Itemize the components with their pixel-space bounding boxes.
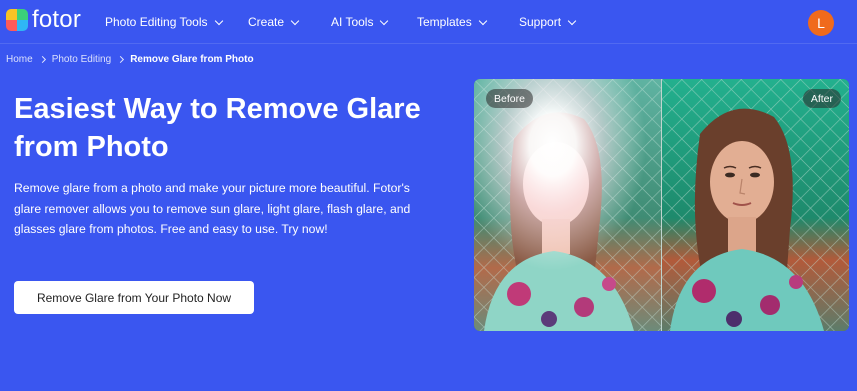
top-nav-bar: fotor Photo Editing Tools Create AI Tool…: [0, 0, 857, 44]
before-photo: [474, 79, 661, 331]
nav-label: Create: [248, 15, 285, 29]
nav-templates[interactable]: Templates: [417, 0, 487, 44]
breadcrumb-current: Remove Glare from Photo: [130, 54, 254, 65]
hero-description: Remove glare from a photo and make your …: [14, 181, 411, 236]
nav-photo-editing-tools[interactable]: Photo Editing Tools: [105, 0, 223, 44]
chevron-right-icon: [117, 55, 125, 64]
before-label: Before: [486, 89, 533, 108]
chevron-down-icon: [478, 16, 487, 25]
page-title: Easiest Way to Remove Glare from Photo: [14, 93, 421, 163]
nav-label: Photo Editing Tools: [105, 15, 208, 29]
nav-support[interactable]: Support: [519, 0, 577, 44]
chevron-down-icon: [567, 16, 577, 25]
chevron-down-icon: [380, 16, 389, 25]
fotor-logo[interactable]: fotor: [6, 6, 82, 33]
chevron-down-icon: [290, 16, 300, 25]
remove-glare-cta-button[interactable]: Remove Glare from Your Photo Now: [14, 281, 254, 314]
after-label: After: [802, 89, 841, 108]
nav-label: AI Tools: [331, 15, 374, 29]
breadcrumb-photo-editing[interactable]: Photo Editing: [52, 54, 112, 65]
brand-name: fotor: [32, 6, 82, 33]
chevron-down-icon: [214, 16, 223, 25]
breadcrumb: Home Photo Editing Remove Glare from Pho…: [6, 54, 254, 65]
user-avatar[interactable]: L: [808, 10, 834, 36]
fotor-logo-icon: [6, 9, 28, 31]
nav-label: Support: [519, 15, 562, 29]
nav-create[interactable]: Create: [248, 0, 300, 44]
before-after-image: Before After: [474, 79, 849, 331]
after-photo: [662, 79, 849, 331]
nav-ai-tools[interactable]: AI Tools: [331, 0, 389, 44]
breadcrumb-home[interactable]: Home: [6, 54, 33, 65]
chevron-right-icon: [38, 55, 46, 64]
nav-label: Templates: [417, 15, 472, 29]
